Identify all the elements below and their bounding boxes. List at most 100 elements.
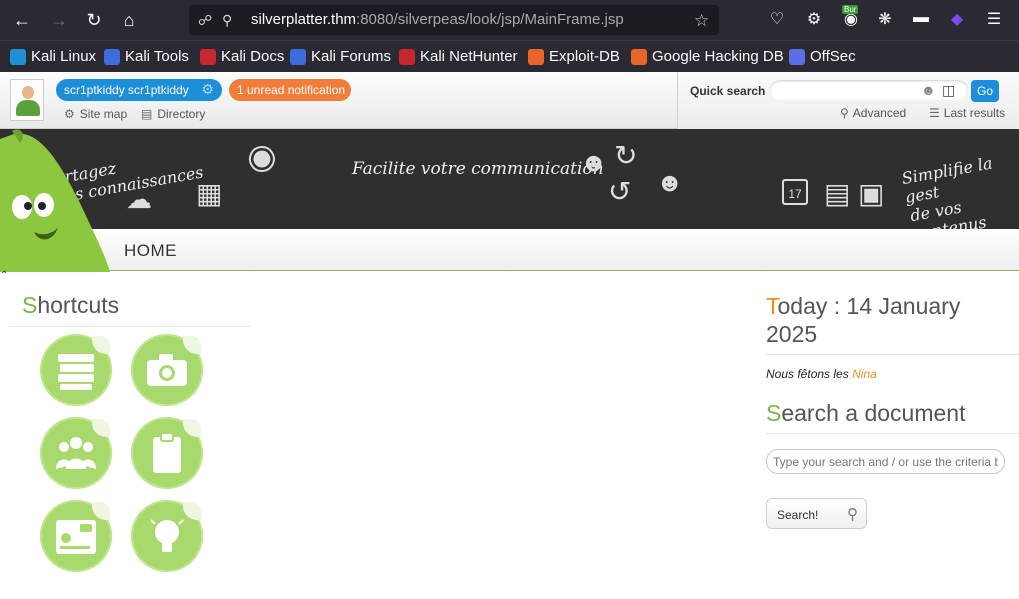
- shortcut-community[interactable]: [40, 417, 112, 489]
- calendar-day: 17: [788, 187, 802, 201]
- banner-simplify-text: Simplifie la gest de vos contenus: [900, 150, 1019, 229]
- bookmark-kali-forums[interactable]: Kali Forums: [290, 48, 391, 65]
- quick-search-panel: Quick search ☻ ◫ Go ⚲ Advanced ☰ Last resu…: [677, 72, 1019, 129]
- bookmark-label: Google Hacking DB: [652, 48, 784, 65]
- bookmark-kali-tools[interactable]: Kali Tools: [104, 48, 189, 65]
- reload-icon[interactable]: ↻: [80, 6, 108, 34]
- group-chalk-icon: ☻: [656, 167, 684, 197]
- notification-button[interactable]: 1 unread notification: [229, 79, 351, 101]
- search-title-initial: S: [766, 400, 782, 426]
- advanced-label: Advanced: [852, 106, 907, 120]
- quick-search-input[interactable]: [770, 80, 968, 100]
- person-chalk-icon: ☻: [580, 147, 608, 177]
- magnifier-icon: ⚲: [847, 506, 858, 523]
- bookmark-exploit-db[interactable]: Exploit-DB: [528, 48, 620, 65]
- shortcuts-title-rest: hortcuts: [37, 292, 120, 318]
- shortcut-ideas[interactable]: [131, 500, 203, 572]
- menu-icon[interactable]: ☰: [983, 9, 1005, 29]
- shortcuts-title-initial: S: [22, 292, 38, 318]
- document-chalk-icon: ▤: [824, 178, 851, 209]
- today-title-rest: oday : 14 January: [777, 293, 961, 319]
- extension-badge: Bur: [842, 5, 859, 14]
- search-button[interactable]: Search! ⚲: [766, 498, 867, 529]
- notification-label: 1 unread notification: [237, 83, 346, 97]
- directory-label: Directory: [157, 107, 206, 121]
- kali-linux-icon: [10, 48, 26, 65]
- directory-link[interactable]: ▤ Directory: [141, 107, 205, 121]
- bookmark-label: OffSec: [810, 48, 856, 65]
- feast-of-day: Nous fêtons les Nina: [766, 367, 877, 381]
- search-divider: [766, 433, 1019, 434]
- search-title-rest: earch a document: [781, 400, 966, 426]
- collapse-chevron-icon[interactable]: ⌃: [0, 270, 8, 281]
- shortcut-clipboard[interactable]: [131, 417, 203, 489]
- map-chalk-icon: ▦: [196, 178, 223, 209]
- bookmark-label: Kali Linux: [31, 48, 97, 65]
- forward-arrow-icon[interactable]: →: [45, 6, 73, 34]
- image-chalk-icon: ▣: [858, 178, 885, 209]
- shortcuts-title: Shortcuts: [22, 292, 119, 319]
- site-map-link[interactable]: ⚙ Site map: [64, 107, 127, 121]
- browser-toolbar: ← → ↻ ⌂ ☍ ⚲ silverplatter.thm:8080/silve…: [0, 0, 1019, 40]
- user-filter-icon[interactable]: ☻: [921, 82, 936, 98]
- hat-icon[interactable]: ▬: [910, 9, 932, 27]
- kali-forums-icon: [290, 48, 306, 65]
- gear-icon[interactable]: ⚙: [201, 81, 214, 98]
- shield-icon: ☍: [198, 11, 213, 28]
- shortcut-gallery[interactable]: [131, 334, 203, 406]
- go-button[interactable]: Go: [971, 80, 999, 102]
- speech-bubbles-icon: ☁: [126, 184, 152, 214]
- site-map-icon: ⚙: [64, 107, 75, 121]
- bookmark-label: Kali Docs: [221, 48, 285, 65]
- url-bar[interactable]: ☍ ⚲ silverplatter.thm:8080/silverpeas/lo…: [189, 5, 719, 35]
- books-icon: [58, 354, 94, 390]
- bookmark-kali-nethunter[interactable]: Kali NetHunter: [399, 48, 518, 65]
- bookmark-kali-linux[interactable]: Kali Linux: [10, 48, 96, 65]
- lock-icon: ⚲: [222, 11, 233, 28]
- pocket-icon[interactable]: ♡: [766, 9, 788, 29]
- feast-prefix: Nous fêtons les: [766, 367, 849, 381]
- bookmark-offsec[interactable]: OffSec: [789, 48, 856, 65]
- user-menu-button[interactable]: scr1ptkiddy scr1ptkiddy ⚙: [56, 79, 222, 101]
- kali-docs-icon: [200, 48, 216, 65]
- today-divider: [766, 354, 1019, 355]
- main-menu: HOME: [0, 229, 1019, 271]
- bookmark-google-hacking-db[interactable]: Google Hacking DB: [631, 48, 784, 65]
- offsec-icon: [789, 48, 805, 65]
- search-document-title: Search a document: [766, 400, 965, 427]
- bookmark-label: Exploit-DB: [549, 48, 620, 65]
- shortcut-books[interactable]: [40, 334, 112, 406]
- back-arrow-icon[interactable]: ←: [8, 6, 36, 34]
- burp-extension-icon[interactable]: ◉ Bur: [840, 5, 862, 29]
- last-results-link[interactable]: ☰ Last results: [929, 106, 1005, 120]
- document-search-input[interactable]: [766, 449, 1005, 474]
- site-map-label: Site map: [79, 107, 128, 121]
- advanced-search-link[interactable]: ⚲ Advanced: [840, 106, 906, 120]
- bookmark-star-icon[interactable]: ☆: [694, 11, 709, 31]
- user-name: scr1ptkiddy scr1ptkiddy: [64, 83, 189, 97]
- diamond-icon[interactable]: ◆: [946, 9, 968, 29]
- map-icon: [56, 520, 96, 554]
- bookmarks-bar: Kali Linux Kali Tools Kali Docs Kali For…: [0, 40, 1019, 72]
- last-results-label: Last results: [943, 106, 1006, 120]
- today-title-initial: T: [766, 293, 778, 319]
- url-text: silverplatter.thm:8080/silverpeas/look/j…: [251, 11, 624, 28]
- magnifier-plus-icon: ⚲: [840, 106, 849, 120]
- banner-communication-text: Facilite votre communication: [352, 159, 604, 179]
- extensions-icon[interactable]: ⚙: [803, 9, 825, 29]
- home-menu-link[interactable]: HOME: [124, 241, 177, 261]
- cookie-icon[interactable]: ❋: [874, 9, 896, 29]
- bookmark-label: Kali Tools: [125, 48, 189, 65]
- today-title-year: 2025: [766, 321, 818, 347]
- avatar[interactable]: [10, 79, 44, 121]
- bookmark-kali-docs[interactable]: Kali Docs: [200, 48, 284, 65]
- copy-icon[interactable]: ◫: [942, 82, 955, 99]
- cycle-arrows-icon: ↻: [614, 140, 638, 171]
- lightbulb-icon: [150, 519, 184, 552]
- lightbulb-chalk-icon: ◉: [241, 133, 285, 181]
- camera-icon: [147, 354, 187, 386]
- shortcut-map[interactable]: [40, 500, 112, 572]
- chalkboard-banner: Partagez vos connaissances ☁ ▦ ◉ Facilit…: [0, 129, 1019, 229]
- home-icon[interactable]: ⌂: [115, 6, 143, 34]
- bookmark-label: Kali NetHunter: [420, 48, 518, 65]
